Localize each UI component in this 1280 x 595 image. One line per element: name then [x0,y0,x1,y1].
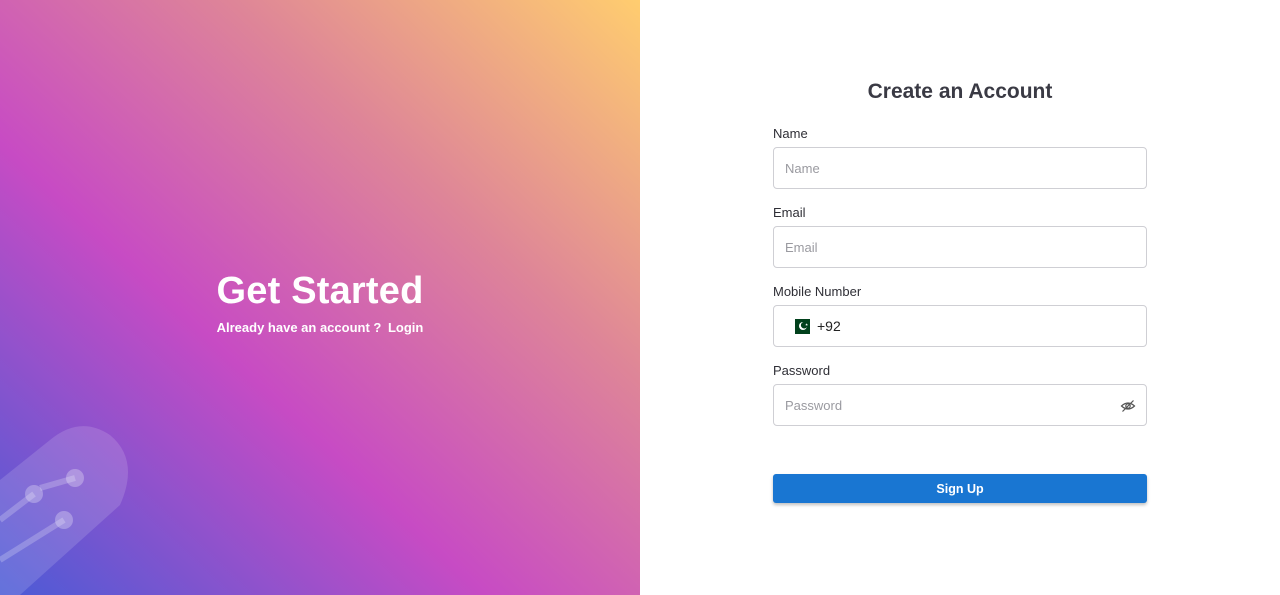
password-input[interactable] [774,385,1146,425]
hero-subtitle-text: Already have an account ? [216,320,382,335]
password-field-box [773,384,1147,426]
email-label: Email [773,205,806,220]
name-input[interactable] [774,148,1146,188]
hero-panel: Get Started Already have an account ? Lo… [0,0,640,595]
name-label: Name [773,126,808,141]
mobile-label: Mobile Number [773,284,862,299]
pakistan-flag-icon[interactable] [790,318,810,334]
sign-up-button[interactable]: Sign Up [773,474,1147,503]
hero-subtitle: Already have an account ? Login [0,320,640,335]
decorative-plug-icon [0,426,128,595]
hero-content: Get Started Already have an account ? Lo… [0,268,640,335]
dial-code: +92 [817,318,841,334]
hero-title: Get Started [216,270,424,312]
login-link[interactable]: Login [388,320,423,335]
signup-form-panel: Create an Account Name Email Mobile Numb… [640,0,1280,595]
form-title: Create an Account [867,80,1053,103]
password-label: Password [773,363,831,378]
mobile-field[interactable]: +92 [773,305,1147,347]
email-input[interactable] [774,227,1146,267]
eye-slash-icon[interactable] [1120,398,1136,414]
email-field-box [773,226,1147,268]
name-field-box [773,147,1147,189]
